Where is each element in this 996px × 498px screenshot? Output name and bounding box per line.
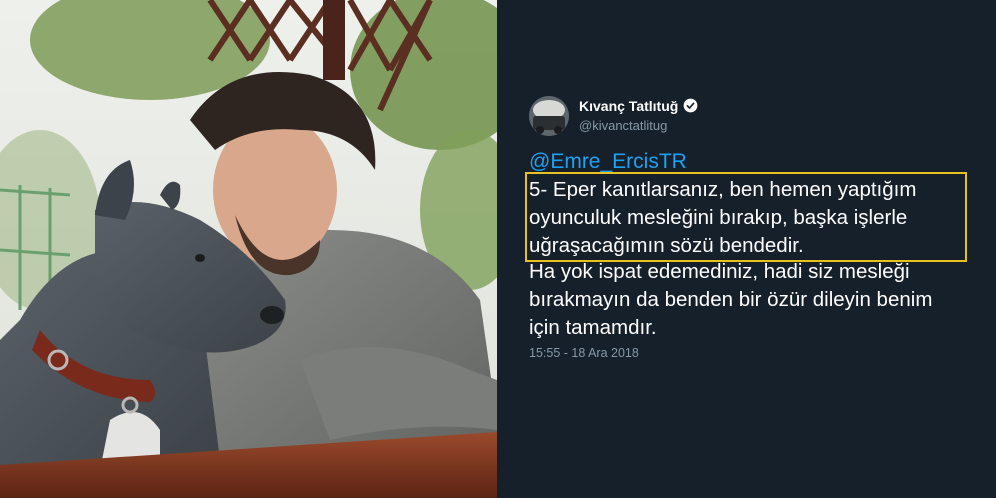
tweet-timestamp[interactable]: 15:55 - 18 Ara 2018 xyxy=(529,345,639,361)
tweet-text-line-2: oyunculuk mesleğini bırakıp, başka işler… xyxy=(529,206,908,229)
author-handle[interactable]: @kivanctatlitug xyxy=(579,117,667,135)
author-avatar[interactable] xyxy=(529,96,569,136)
tweet-text-line-5: bırakmayın da benden bir özür dileyin be… xyxy=(529,288,933,311)
mention-text[interactable]: @Emre_ErcisTR xyxy=(529,150,687,174)
photo-man-with-dog xyxy=(0,0,497,498)
tweet-text-line-6: için tamamdır. xyxy=(529,316,657,339)
tweet-text-line-3: uğraşacağımın sözü bendedir. xyxy=(529,234,804,257)
author-name-text[interactable]: Kıvanç Tatlıtuğ xyxy=(579,98,678,114)
tweet-text-line-4: Ha yok ispat edemediniz, hadi siz mesleğ… xyxy=(529,260,910,283)
tweet-card: Kıvanç Tatlıtuğ @kivanctatlitug @Emre_Er… xyxy=(497,0,996,498)
author-name[interactable]: Kıvanç Tatlıtuğ xyxy=(579,97,698,115)
verified-badge-icon xyxy=(683,98,698,113)
tweet-text-line-1: 5- Eper kanıtlarsanız, ben hemen yaptığı… xyxy=(529,178,917,201)
